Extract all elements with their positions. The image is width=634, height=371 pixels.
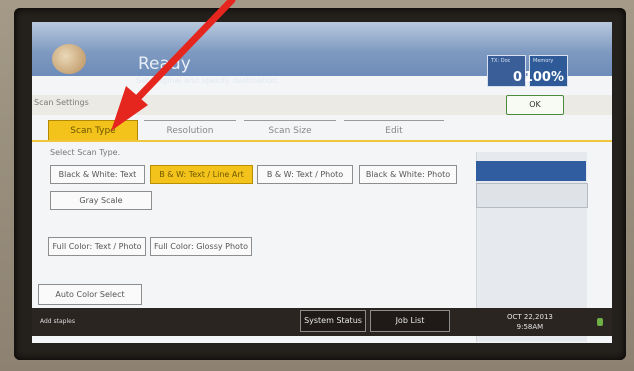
- tab-scan-size[interactable]: Scan Size: [244, 120, 336, 141]
- tab-edit[interactable]: Edit: [344, 120, 444, 141]
- ok-button[interactable]: OK: [506, 95, 564, 115]
- clock: OCT 22,2013 9:58AM: [507, 312, 553, 332]
- header-indicators: TX: Doc 0 Memory 100%: [487, 55, 568, 87]
- touch-screen: Ready TX: Doc 0 Memory 100% Set original…: [32, 22, 612, 343]
- breadcrumb: Scan Settings: [34, 98, 89, 107]
- add-staples-label: Add staples: [40, 318, 75, 325]
- bw-photo-button[interactable]: Black & White: Photo: [359, 165, 457, 184]
- auto-color-select-button[interactable]: Auto Color Select: [38, 284, 142, 305]
- tab-resolution[interactable]: Resolution: [144, 120, 236, 141]
- fax-counter: TX: Doc 0: [487, 55, 526, 87]
- destination-box[interactable]: [476, 183, 588, 208]
- power-indicator-icon: [597, 318, 603, 326]
- scan-type-label: Select Scan Type.: [50, 148, 121, 157]
- bw-text-photo-button[interactable]: B & W: Text / Photo: [257, 165, 353, 184]
- system-status-button[interactable]: System Status: [300, 310, 366, 332]
- tab-underline: [32, 140, 612, 142]
- gray-scale-button[interactable]: Gray Scale: [50, 191, 152, 210]
- destination-header: [476, 161, 586, 181]
- status-bar: Add staples System Status Job List OCT 2…: [32, 308, 612, 336]
- job-list-button[interactable]: Job List: [370, 310, 450, 332]
- printer-logo-icon: [52, 44, 86, 74]
- bw-text-button[interactable]: Black & White: Text: [50, 165, 145, 184]
- time-label: 9:58AM: [516, 323, 544, 331]
- tab-bar: Scan Type Resolution Scan Size Edit: [48, 120, 612, 142]
- status-title: Ready: [138, 54, 191, 74]
- tab-scan-type[interactable]: Scan Type: [48, 120, 138, 142]
- bw-text-line-art-button[interactable]: B & W: Text / Line Art: [150, 165, 253, 184]
- status-prompt: Set original and specify destination.: [136, 76, 280, 85]
- memory-indicator: Memory 100%: [524, 55, 568, 87]
- full-color-text-photo-button[interactable]: Full Color: Text / Photo: [48, 237, 146, 256]
- date-label: OCT 22,2013: [507, 313, 553, 321]
- header: Ready TX: Doc 0 Memory 100%: [32, 22, 612, 87]
- full-color-glossy-photo-button[interactable]: Full Color: Glossy Photo: [150, 237, 252, 256]
